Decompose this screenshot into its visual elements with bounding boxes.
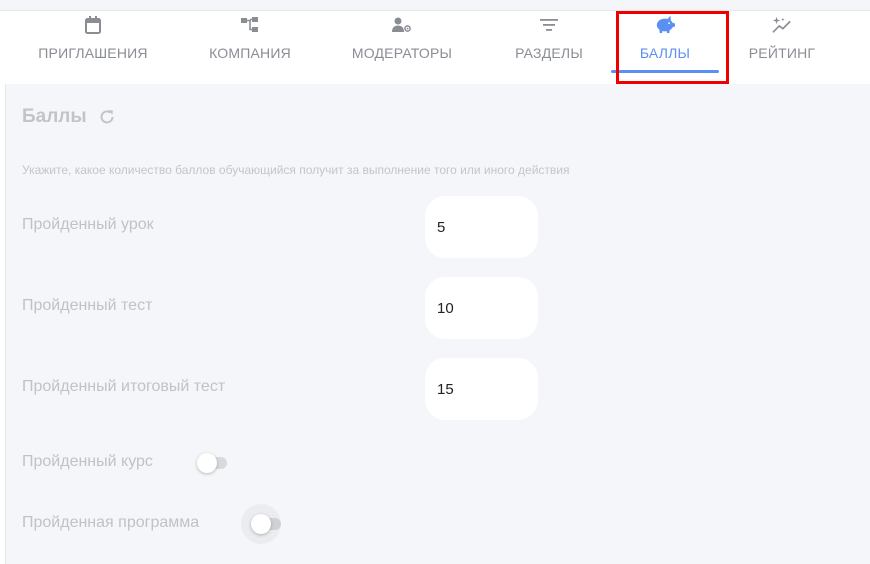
final-test-points-input[interactable] (425, 358, 538, 420)
tab-label: МОДЕРАТОРЫ (351, 45, 453, 61)
points-hint: Укажите, какое количество баллов обучающ… (22, 163, 570, 177)
program-toggle[interactable] (241, 504, 281, 544)
toggle-label-program: Пройденная программа (22, 514, 200, 531)
tab-label: ПРИГЛАШЕНИЯ (38, 45, 148, 61)
toggle-knob (197, 453, 217, 473)
field-label-test: Пройденный тест (22, 297, 153, 314)
course-toggle[interactable] (197, 453, 227, 473)
calendar-icon (83, 15, 103, 35)
toggle-knob (251, 514, 271, 534)
highlight-box (616, 11, 729, 84)
org-structure-icon (240, 15, 260, 35)
section-title: Баллы (22, 106, 117, 128)
lesson-points-input[interactable] (425, 196, 538, 258)
toggle-label-course: Пройденный курс (22, 453, 153, 470)
tab-label: РАЗДЕЛЫ (515, 45, 583, 61)
tab-label: КОМПАНИЯ (209, 45, 291, 61)
refresh-icon[interactable] (97, 107, 117, 127)
tab-bar: ПРИГЛАШЕНИЯ КОМПАНИЯ МОДЕРАТОРЫ РАЗДЕЛЫ … (0, 11, 870, 84)
field-label-lesson: Пройденный урок (22, 216, 154, 233)
tab-label: РЕЙТИНГ (748, 45, 816, 61)
tab-rating[interactable]: РЕЙТИНГ (735, 11, 829, 73)
user-settings-icon (392, 15, 412, 35)
field-label-final-test: Пройденный итоговый тест (22, 378, 226, 395)
test-points-input[interactable] (425, 277, 538, 339)
top-strip (0, 0, 870, 11)
section-title-text: Баллы (22, 106, 87, 127)
tab-sections[interactable]: РАЗДЕЛЫ (506, 11, 592, 73)
tab-moderators[interactable]: МОДЕРАТОРЫ (344, 11, 460, 73)
sparkle-chart-icon (772, 15, 792, 35)
points-panel: Баллы Укажите, какое количество баллов о… (5, 84, 870, 564)
tab-invitations[interactable]: ПРИГЛАШЕНИЯ (31, 11, 155, 73)
tab-company[interactable]: КОМПАНИЯ (200, 11, 300, 73)
filter-list-icon (539, 15, 559, 35)
